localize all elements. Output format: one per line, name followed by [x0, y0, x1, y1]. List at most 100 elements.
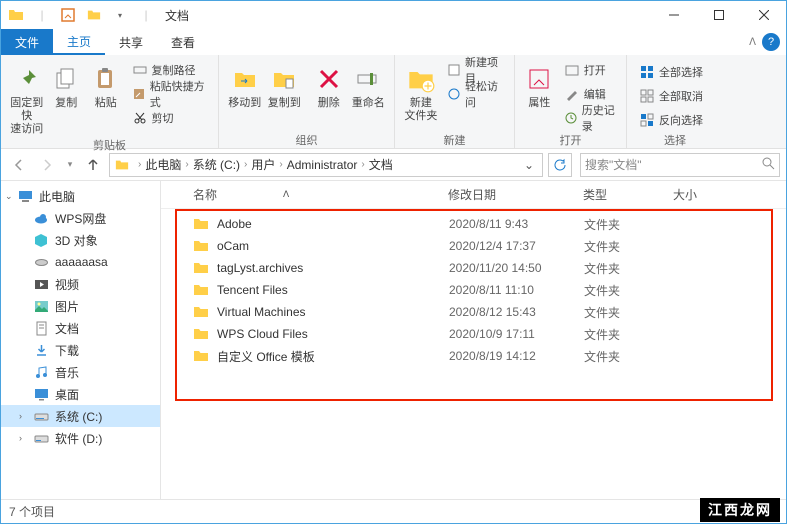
search-input[interactable]: 搜索"文档" — [580, 153, 780, 177]
tree-caret-icon[interactable]: › — [19, 433, 22, 443]
picture-icon — [33, 298, 49, 314]
select-none-button[interactable]: 全部取消 — [635, 85, 707, 107]
nav-music[interactable]: 音乐 — [1, 361, 160, 383]
qat-folder-icon[interactable] — [83, 4, 105, 26]
forward-button[interactable] — [35, 153, 59, 177]
group-clipboard-label: 剪贴板 — [1, 137, 218, 153]
rename-button[interactable]: 重命名 — [348, 59, 388, 110]
drive-icon — [33, 254, 49, 270]
minimize-button[interactable] — [651, 1, 696, 29]
folder-icon — [114, 157, 130, 173]
bc-this-pc[interactable]: 此电脑 — [145, 156, 181, 173]
nav-aaaa[interactable]: aaaaaasa — [1, 251, 160, 273]
tab-share[interactable]: 共享 — [105, 29, 157, 55]
file-list: Adobe2020/8/11 9:43文件夹oCam2020/12/4 17:3… — [161, 209, 786, 367]
search-icon — [762, 157, 775, 173]
file-date: 2020/8/11 11:10 — [449, 283, 584, 297]
open-button[interactable]: 打开 — [560, 59, 620, 81]
help-icon[interactable]: ? — [762, 33, 780, 51]
copy-to-icon — [268, 63, 300, 95]
open-icon — [564, 62, 580, 78]
file-type: 文件夹 — [584, 326, 674, 343]
file-row[interactable]: oCam2020/12/4 17:37文件夹 — [161, 235, 786, 257]
document-icon — [33, 320, 49, 336]
history-button[interactable]: 历史记录 — [560, 107, 620, 129]
file-name: tagLyst.archives — [217, 261, 449, 275]
maximize-button[interactable] — [696, 1, 741, 29]
tab-file[interactable]: 文件 — [1, 29, 53, 55]
tree-caret-icon[interactable]: › — [19, 411, 22, 421]
bc-users[interactable]: 用户 — [251, 156, 275, 173]
nav-wps[interactable]: WPS网盘 — [1, 207, 160, 229]
paste-button[interactable]: 粘贴 — [86, 59, 126, 110]
nav-this-pc[interactable]: ⌄此电脑 — [1, 185, 160, 207]
file-row[interactable]: Adobe2020/8/11 9:43文件夹 — [161, 213, 786, 235]
file-row[interactable]: Tencent Files2020/8/11 11:10文件夹 — [161, 279, 786, 301]
chevron-right-icon[interactable]: › — [244, 159, 247, 170]
chevron-right-icon[interactable]: › — [279, 159, 282, 170]
tree-caret-icon[interactable]: ⌄ — [5, 191, 13, 202]
nav-3d-objects[interactable]: 3D 对象 — [1, 229, 160, 251]
rename-icon — [352, 63, 384, 95]
pin-to-quick-access-button[interactable]: 固定到快 速访问 — [7, 59, 47, 137]
tab-home[interactable]: 主页 — [53, 29, 105, 55]
file-name: Adobe — [217, 217, 449, 231]
column-date[interactable]: 修改日期 — [448, 186, 583, 203]
folder-icon — [193, 260, 209, 276]
recent-dropdown[interactable]: ▾ — [63, 153, 77, 177]
search-placeholder: 搜索"文档" — [585, 156, 762, 173]
delete-button[interactable]: 删除 — [309, 59, 349, 110]
breadcrumb[interactable]: › 此电脑 › 系统 (C:) › 用户 › Administrator › 文… — [109, 153, 543, 177]
column-name[interactable]: 名称ᐱ — [193, 186, 448, 203]
qat-properties-icon[interactable] — [57, 4, 79, 26]
up-button[interactable] — [81, 153, 105, 177]
file-row[interactable]: 自定义 Office 模板2020/8/19 14:12文件夹 — [161, 345, 786, 367]
tab-view[interactable]: 查看 — [157, 29, 209, 55]
copy-button[interactable]: 复制 — [47, 59, 87, 110]
nav-documents[interactable]: 文档 — [1, 317, 160, 339]
invert-selection-button[interactable]: 反向选择 — [635, 109, 707, 131]
properties-icon — [523, 63, 555, 95]
copy-to-button[interactable]: 复制到 — [265, 59, 305, 110]
address-dropdown-icon[interactable]: ⌄ — [520, 158, 538, 172]
refresh-button[interactable] — [548, 153, 572, 177]
bc-admin[interactable]: Administrator — [287, 158, 358, 172]
column-type[interactable]: 类型 — [583, 186, 673, 203]
properties-button[interactable]: 属性 — [521, 59, 558, 110]
cut-button[interactable]: 剪切 — [128, 107, 212, 129]
item-count: 7 个项目 — [9, 503, 55, 520]
select-none-icon — [639, 88, 655, 104]
qat-divider: | — [31, 4, 53, 26]
chevron-right-icon[interactable]: › — [185, 159, 188, 170]
folder-icon — [193, 304, 209, 320]
nav-drive-d[interactable]: ›软件 (D:) — [1, 427, 160, 449]
qat-dropdown-icon[interactable]: ▾ — [109, 4, 131, 26]
cloud-icon — [33, 210, 49, 226]
bc-documents[interactable]: 文档 — [369, 156, 393, 173]
file-list-view: 名称ᐱ 修改日期 类型 大小 Adobe2020/8/11 9:43文件夹oCa… — [161, 181, 786, 501]
nav-desktop[interactable]: 桌面 — [1, 383, 160, 405]
file-row[interactable]: tagLyst.archives2020/11/20 14:50文件夹 — [161, 257, 786, 279]
file-row[interactable]: Virtual Machines2020/8/12 15:43文件夹 — [161, 301, 786, 323]
paste-shortcut-button[interactable]: 粘贴快捷方式 — [128, 83, 212, 105]
easy-access-button[interactable]: 轻松访问 — [443, 83, 508, 105]
collapse-ribbon-icon[interactable]: ᐱ — [749, 37, 756, 48]
nav-downloads[interactable]: 下载 — [1, 339, 160, 361]
column-size[interactable]: 大小 — [673, 186, 733, 203]
close-button[interactable] — [741, 1, 786, 29]
chevron-right-icon[interactable]: › — [138, 159, 141, 170]
nav-pictures[interactable]: 图片 — [1, 295, 160, 317]
select-all-button[interactable]: 全部选择 — [635, 61, 707, 83]
chevron-right-icon[interactable]: › — [361, 159, 364, 170]
drive-icon — [33, 408, 49, 424]
file-name: WPS Cloud Files — [217, 327, 449, 341]
nav-videos[interactable]: 视频 — [1, 273, 160, 295]
back-button[interactable] — [7, 153, 31, 177]
file-row[interactable]: WPS Cloud Files2020/10/9 17:11文件夹 — [161, 323, 786, 345]
file-type: 文件夹 — [584, 260, 674, 277]
move-to-button[interactable]: 移动到 — [225, 59, 265, 110]
ribbon: 固定到快 速访问 复制 粘贴 复制路径 粘贴快捷方式 剪切 剪贴板 移动到 — [1, 55, 786, 149]
bc-system-c[interactable]: 系统 (C:) — [193, 156, 240, 173]
new-folder-button[interactable]: 新建 文件夹 — [401, 59, 441, 123]
nav-drive-c[interactable]: ›系统 (C:) — [1, 405, 160, 427]
